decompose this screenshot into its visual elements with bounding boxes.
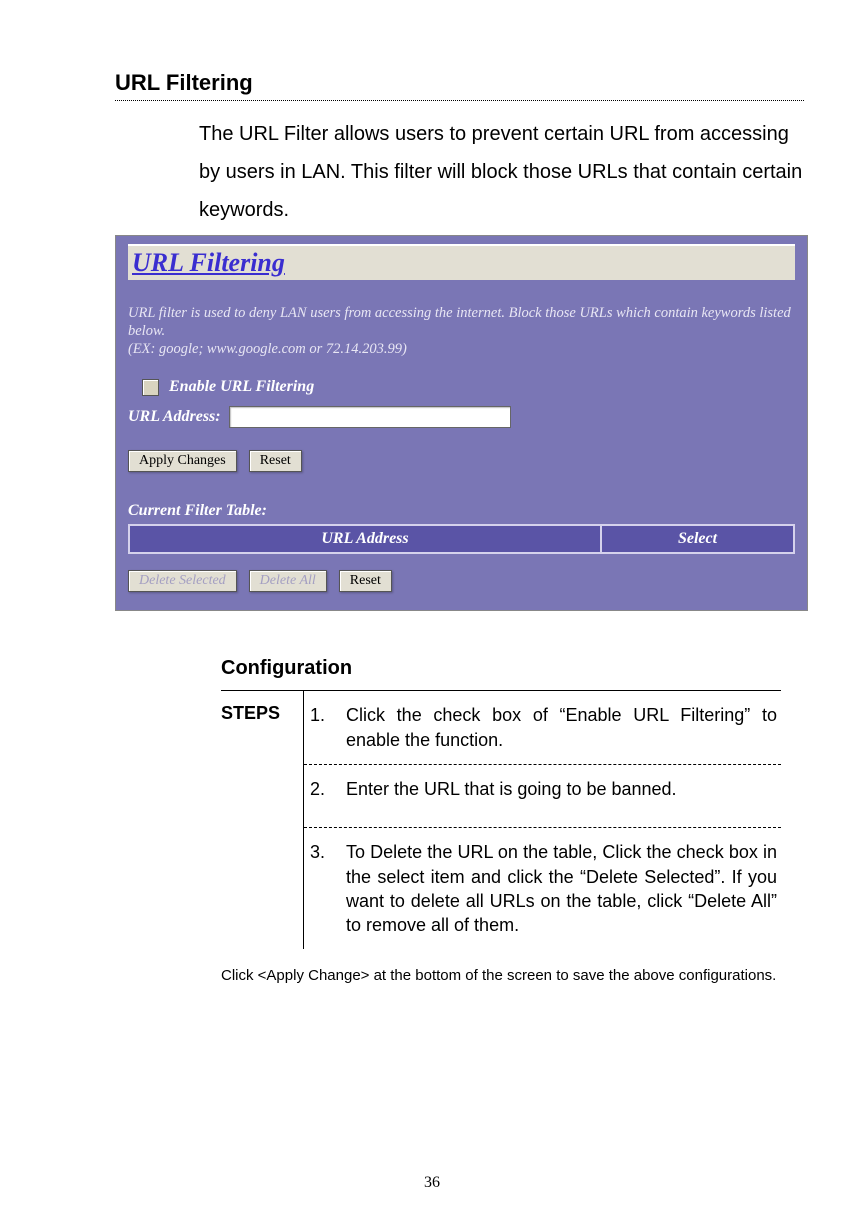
step-number: 3.: [310, 840, 346, 937]
top-button-row: Apply Changes Reset: [128, 450, 795, 472]
reset-button-2[interactable]: Reset: [339, 570, 392, 592]
section-rule: [115, 100, 804, 101]
step-row: 3. To Delete the URL on the table, Click…: [304, 828, 781, 949]
step-number: 2.: [310, 777, 346, 801]
enable-url-filtering-checkbox[interactable]: [142, 379, 159, 396]
delete-selected-button[interactable]: Delete Selected: [128, 570, 237, 592]
router-ui-screenshot: URL Filtering URL filter is used to deny…: [115, 235, 808, 611]
panel-title: URL Filtering: [128, 244, 795, 280]
footnote: Click <Apply Change> at the bottom of th…: [221, 967, 804, 984]
steps-table: STEPS 1. Click the check box of “Enable …: [221, 690, 781, 949]
panel-description: URL filter is used to deny LAN users fro…: [128, 304, 795, 358]
configuration-heading: Configuration: [221, 657, 804, 680]
filter-table-header-select: Select: [602, 526, 793, 552]
steps-list: 1. Click the check box of “Enable URL Fi…: [304, 691, 781, 949]
page-number: 36: [0, 1174, 864, 1192]
url-address-row: URL Address:: [128, 406, 795, 428]
step-row: 2. Enter the URL that is going to be ban…: [304, 765, 781, 827]
step-text: Enter the URL that is going to be banned…: [346, 777, 777, 801]
filter-table-title: Current Filter Table:: [128, 502, 795, 520]
filter-table-header-address: URL Address: [130, 526, 602, 552]
enable-row: Enable URL Filtering: [142, 378, 795, 396]
document-page: URL Filtering The URL Filter allows user…: [0, 0, 864, 1228]
bottom-button-row: Delete Selected Delete All Reset: [128, 570, 795, 592]
intro-paragraph: The URL Filter allows users to prevent c…: [199, 115, 804, 229]
step-row: 1. Click the check box of “Enable URL Fi…: [304, 691, 781, 764]
enable-url-filtering-label: Enable URL Filtering: [169, 378, 314, 396]
filter-table: URL Address Select: [128, 524, 795, 554]
url-address-label: URL Address:: [128, 408, 221, 426]
steps-label: STEPS: [221, 691, 304, 949]
step-text: To Delete the URL on the table, Click th…: [346, 840, 777, 937]
step-number: 1.: [310, 703, 346, 752]
section-title: URL Filtering: [115, 70, 804, 96]
apply-changes-button[interactable]: Apply Changes: [128, 450, 237, 472]
step-text: Click the check box of “Enable URL Filte…: [346, 703, 777, 752]
delete-all-button[interactable]: Delete All: [249, 570, 327, 592]
url-address-input[interactable]: [229, 406, 511, 428]
panel-example-text: (EX: google; www.google.com or 72.14.203…: [128, 341, 407, 357]
panel-description-text: URL filter is used to deny LAN users fro…: [128, 305, 791, 339]
reset-button[interactable]: Reset: [249, 450, 302, 472]
